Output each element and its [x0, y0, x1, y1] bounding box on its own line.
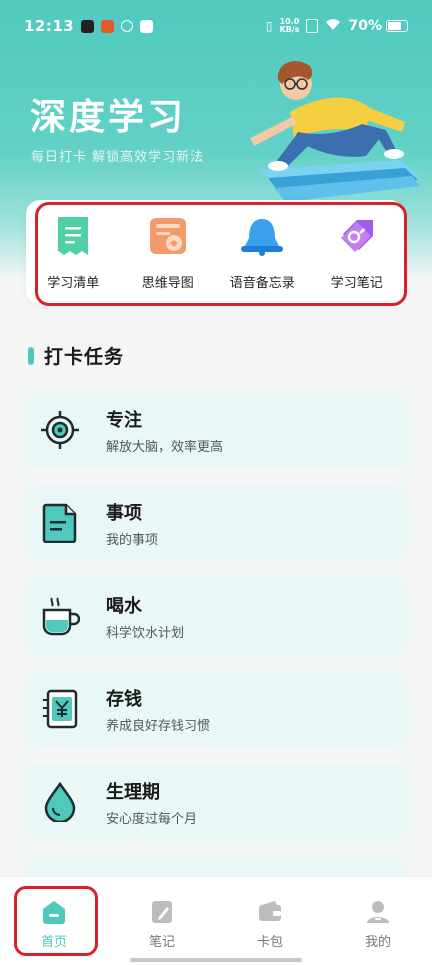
task-items[interactable]: 事项 我的事项 [24, 485, 408, 561]
tab-wallet[interactable]: 卡包 [220, 877, 320, 965]
task-period[interactable]: 生理期 安心度过每个月 [24, 764, 408, 840]
task-title: 事项 [106, 502, 142, 524]
battery-indicator: 70% [348, 18, 408, 34]
task-title: 喝水 [106, 595, 142, 617]
message-icon [140, 19, 154, 33]
tab-label: 笔记 [148, 935, 175, 950]
task-subtitle: 安心度过每个月 [106, 811, 198, 827]
section-accent-bar [28, 346, 34, 365]
task-subtitle: 科学饮水计划 [106, 625, 185, 641]
target-icon [40, 410, 80, 450]
task-title: 存钱 [106, 688, 142, 710]
cup-icon [40, 596, 80, 636]
task-title: 专注 [106, 409, 142, 431]
task-savings[interactable]: 存钱 养成良好存钱习惯 [24, 671, 408, 747]
task-title: 生理期 [106, 781, 160, 803]
link-icon [121, 20, 134, 32]
tab-label: 我的 [364, 935, 391, 950]
sim-icon [306, 19, 319, 33]
wallet-icon [259, 901, 281, 921]
home-tab-highlight [14, 886, 98, 956]
profile-icon [367, 901, 389, 923]
drop-icon [40, 782, 80, 822]
status-time: 12:13 [24, 17, 75, 35]
tab-profile[interactable]: 我的 [328, 877, 428, 965]
net-speed: 10.0 KB/s [280, 18, 300, 34]
task-subtitle: 解放大脑，效率更高 [106, 439, 224, 455]
task-subtitle: 养成良好存钱习惯 [106, 718, 211, 734]
student-illustration [250, 61, 420, 202]
battery-percent: 70% [348, 18, 382, 34]
vibrate-icon: ▯ [265, 19, 273, 33]
wifi-icon [325, 18, 341, 35]
yen-icon [40, 689, 80, 729]
tab-label: 卡包 [256, 935, 283, 950]
app-icon [101, 19, 115, 33]
section-title: 打卡任务 [44, 346, 125, 368]
tab-notes[interactable]: 笔记 [112, 877, 212, 965]
n-app-icon [81, 19, 95, 33]
section-header: 打卡任务 [28, 342, 124, 369]
battery-icon [386, 20, 408, 32]
quick-actions-highlight [35, 202, 407, 306]
task-water[interactable]: 喝水 科学饮水计划 [24, 578, 408, 654]
status-bar: 12:13 ▯ 10.0 KB/s 70% [0, 0, 432, 52]
net-speed-unit: KB/s [279, 25, 300, 34]
document-icon [40, 503, 80, 543]
hero-subtitle: 每日打卡 解锁高效学习新法 [31, 150, 205, 165]
note-icon [152, 901, 172, 923]
hero-title: 深度学习 [30, 97, 187, 138]
task-focus[interactable]: 专注 解放大脑，效率更高 [24, 392, 408, 468]
task-subtitle: 我的事项 [106, 532, 159, 548]
gesture-bar [130, 958, 302, 962]
